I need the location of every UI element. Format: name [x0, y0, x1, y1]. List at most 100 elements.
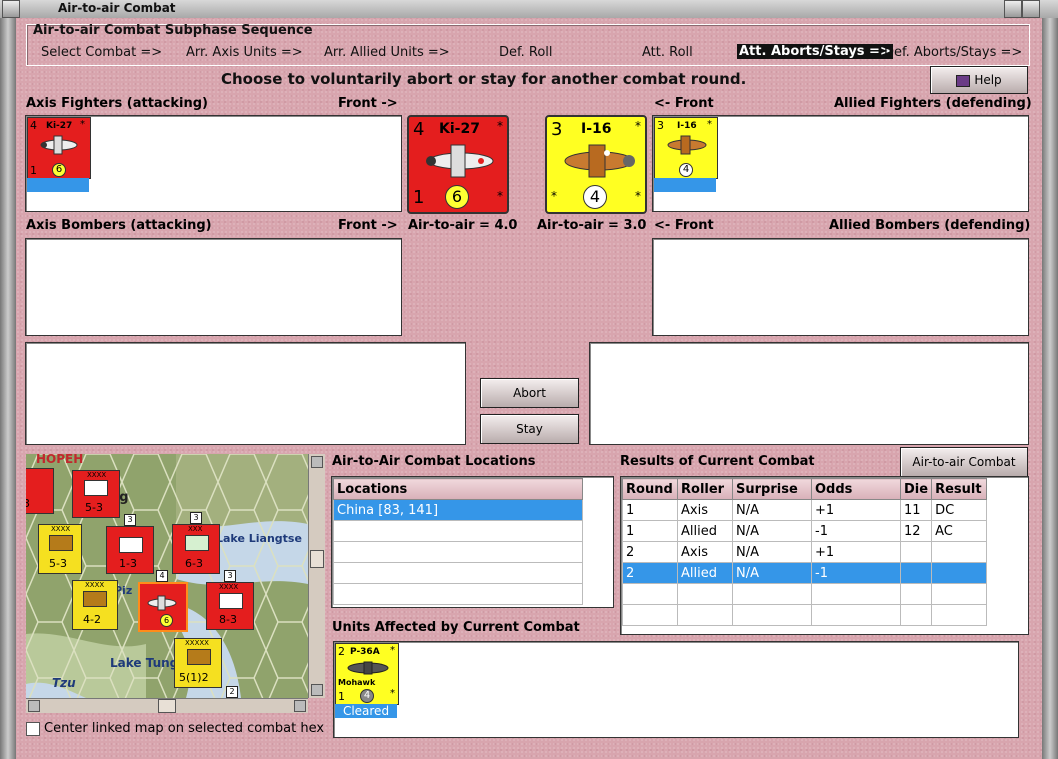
map-unit-value: 5(1)2 [179, 671, 209, 684]
vertical-scroll-thumb[interactable] [310, 550, 324, 568]
results-cell-die: 11 [899, 499, 933, 521]
allied-bombers-panel[interactable] [652, 238, 1029, 336]
map-horizontal-scrollbar[interactable] [26, 698, 308, 713]
p36a-counter[interactable]: 2 P-36A * Mohawk 1 4 * [335, 643, 399, 705]
results-row[interactable] [622, 604, 988, 626]
results-row[interactable]: 1 Axis N/A +1 11 DC [622, 499, 988, 521]
map-unit-counter[interactable]: 3 [26, 468, 54, 514]
map-unit-counter[interactable]: 1-3 [106, 526, 154, 574]
map-unit-value: 5-3 [85, 501, 103, 514]
p36a-status-cleared: Cleared [335, 704, 397, 718]
map-label-tzu: Tzu [52, 676, 76, 690]
stack-count-badge: 2 [226, 686, 238, 698]
map-unit-counter[interactable]: XXX 6-3 [172, 524, 220, 574]
air-combat-window: Air-to-air Combat Air-to-air Combat Subp… [0, 0, 1058, 759]
p36a-name: P-36A [350, 647, 380, 657]
map-unit-counter[interactable]: XXXX 4-2 [72, 580, 118, 630]
results-cell-surprise [732, 604, 812, 626]
small-i16-plane-icon [667, 135, 707, 155]
abort-button[interactable]: Abort [480, 378, 579, 408]
results-header-odds: Odds [811, 478, 901, 500]
p36a-star: * [390, 645, 395, 656]
instruction-text: Choose to voluntarily abort or stay for … [221, 70, 747, 88]
allied-message-panel [589, 342, 1029, 445]
location-row[interactable] [333, 520, 583, 542]
map-unit-value: 4-2 [83, 613, 101, 626]
location-row[interactable] [333, 541, 583, 563]
results-row[interactable]: 2 Axis N/A +1 [622, 541, 988, 563]
results-cell-result: AC [931, 520, 988, 542]
results-table-panel[interactable]: Round Roller Surprise Odds Die Result 1A… [620, 476, 1029, 635]
axis-bombers-label: Axis Bombers (attacking) [26, 218, 212, 233]
linked-map[interactable]: HOPEH ng Lake Liangtse Lake Tung Tzu Piz… [26, 454, 308, 698]
affected-units-panel[interactable]: 2 P-36A * Mohawk 1 4 * Cleared [333, 641, 1019, 738]
results-cell-surprise: N/A [732, 520, 812, 542]
results-cell-result [931, 562, 988, 584]
axis-fighter-counter-large[interactable]: 4 Ki-27 * 1 6 * [407, 115, 509, 214]
minimize-icon[interactable] [1004, 0, 1022, 18]
results-cell-roller: Axis [677, 499, 733, 521]
map-combat-hex-unit[interactable]: 6 [138, 582, 188, 632]
large-allied-name: I-16 [581, 121, 612, 137]
affected-title: Units Affected by Current Combat [332, 620, 580, 635]
seq-step-def-roll: Def. Roll [499, 45, 553, 60]
location-row[interactable] [333, 562, 583, 584]
scroll-down-icon[interactable] [311, 684, 323, 696]
location-row[interactable]: China [83, 141] [333, 499, 583, 521]
map-unit-counter[interactable]: XXXX 5-3 [38, 524, 82, 574]
window-menu-icon[interactable] [2, 0, 20, 18]
scroll-right-icon[interactable] [294, 700, 306, 712]
allied-fighter-counter-large[interactable]: 3 I-16 * * 4 * [545, 115, 647, 214]
location-cell [333, 541, 583, 563]
infantry-symbol-icon [119, 537, 143, 553]
results-row[interactable] [622, 583, 988, 605]
small-allied-defense: 4 [679, 163, 693, 177]
stay-button[interactable]: Stay [480, 414, 579, 444]
results-cell-roller [677, 583, 733, 605]
center-map-checkbox[interactable] [26, 722, 40, 736]
axis-fighters-front: Front -> [338, 96, 398, 111]
axis-bombers-panel[interactable] [25, 238, 402, 336]
title-bar[interactable]: Air-to-air Combat [0, 0, 1058, 19]
map-combat-defense: 6 [160, 614, 173, 627]
map-unit-counter[interactable]: XXXXX 5(1)2 [174, 638, 222, 688]
results-cell-result [931, 583, 988, 605]
allied-fighter-counter-small[interactable]: 3 I-16 * 4 [654, 117, 718, 179]
results-row[interactable]: 2 Allied N/A -1 [622, 562, 988, 584]
sequence-title: Air-to-air Combat Subphase Sequence [33, 23, 313, 38]
stack-count-badge: 3 [224, 570, 236, 582]
help-button[interactable]: Help [930, 66, 1028, 94]
allied-fighter-status-bar [654, 178, 716, 192]
allied-fighters-panel[interactable]: 3 I-16 * 4 [652, 115, 1029, 212]
map-unit-size: XXXX [51, 525, 71, 533]
map-vertical-scrollbar[interactable] [308, 454, 325, 698]
horizontal-scroll-thumb[interactable] [158, 699, 176, 713]
air-combat-chart-button[interactable]: Air-to-air Combat Chart [900, 447, 1028, 497]
results-row[interactable]: 1 Allied N/A -1 12 AC [622, 520, 988, 542]
locations-list[interactable]: Locations China [83, 141] [331, 476, 614, 608]
counter-name: Ki-27 [46, 121, 73, 131]
results-cell-die [899, 562, 933, 584]
map-unit-counter[interactable]: XXXX 8-3 [206, 582, 254, 630]
infantry-symbol-icon [187, 649, 211, 665]
results-cell-die: 12 [899, 520, 933, 542]
results-cell-odds [811, 604, 901, 626]
counter-defense: 6 [52, 163, 66, 177]
map-unit-counter[interactable]: XXXX 5-3 [72, 470, 120, 518]
center-map-label: Center linked map on selected combat hex [44, 721, 325, 736]
axis-fighter-counter-small[interactable]: 4 Ki-27 * 1 6 [27, 117, 91, 179]
location-row[interactable] [333, 583, 583, 605]
large-allied-star-bl: * [551, 189, 557, 203]
close-icon[interactable] [1022, 0, 1040, 18]
results-cell-surprise: N/A [732, 499, 812, 521]
map-unit-size: XXXX [85, 581, 105, 589]
map-label-hopeh: HOPEH [36, 454, 84, 466]
axis-fighters-panel[interactable]: 4 Ki-27 * 1 6 [25, 115, 402, 212]
results-cell-surprise [732, 583, 812, 605]
small-allied-star: * [707, 119, 712, 130]
results-cell-odds: +1 [811, 499, 901, 521]
allied-fighters-front: <- Front [654, 96, 714, 111]
scroll-up-icon[interactable] [311, 456, 323, 468]
results-cell-round [622, 583, 678, 605]
scroll-left-icon[interactable] [28, 700, 40, 712]
